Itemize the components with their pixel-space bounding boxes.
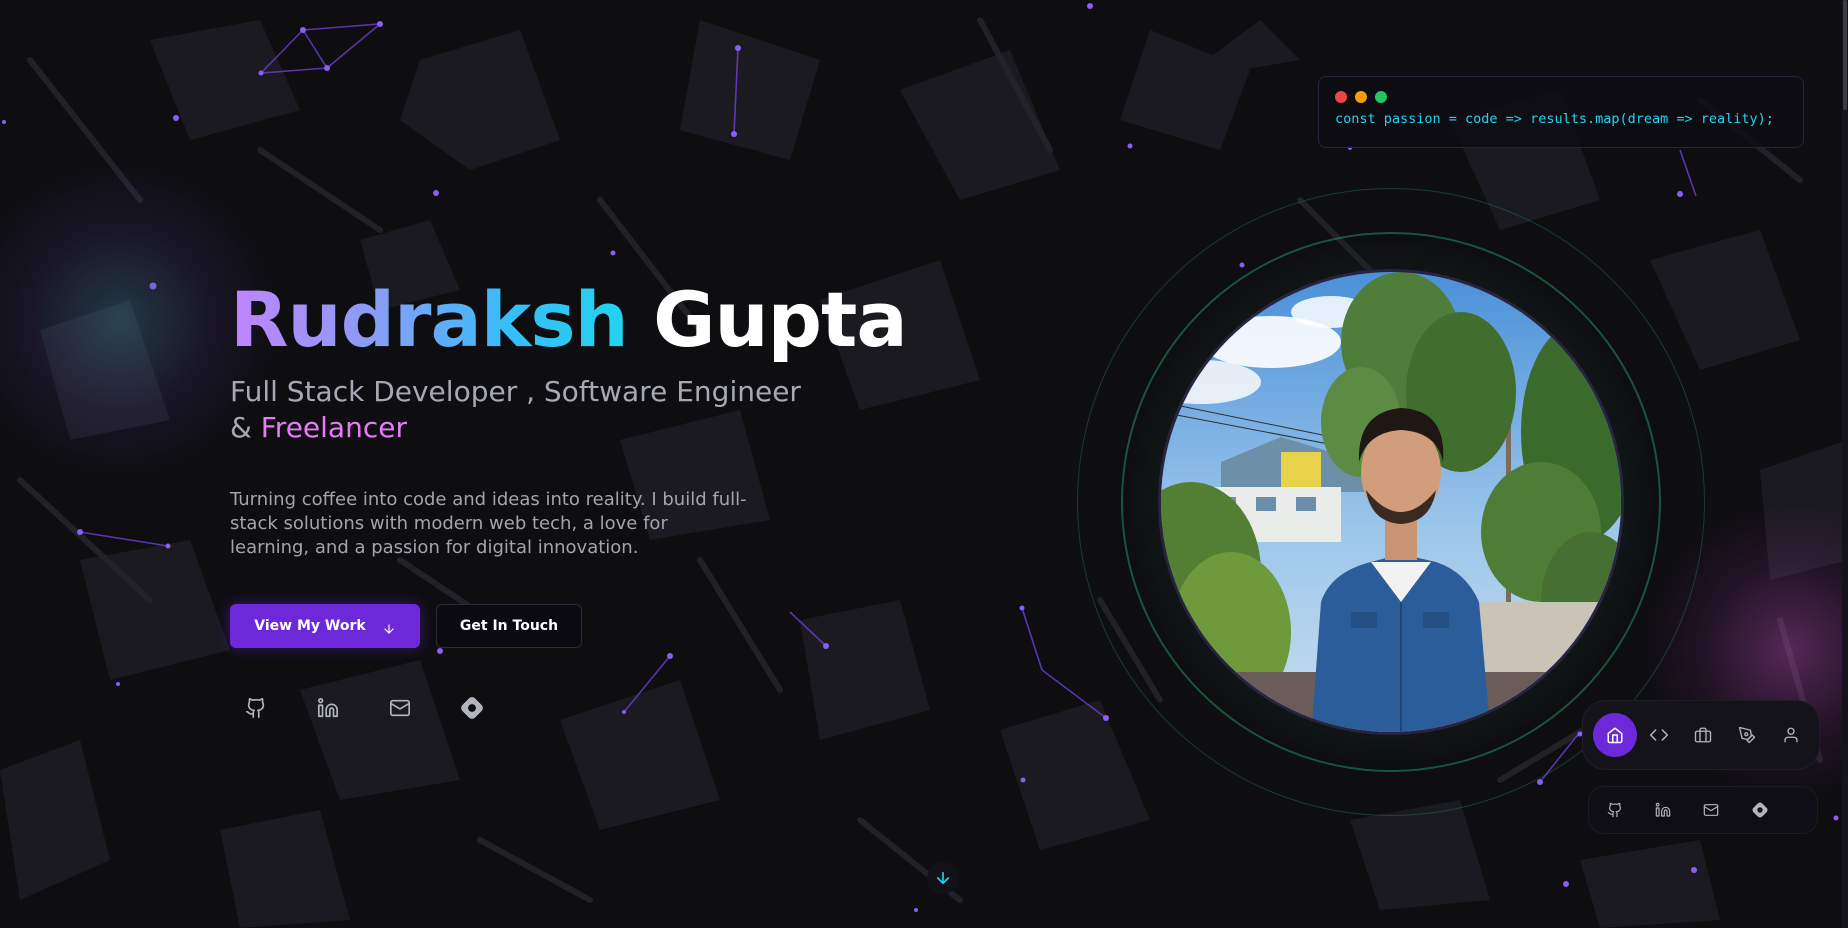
hashnode-link[interactable] xyxy=(456,692,488,724)
nav-blog[interactable] xyxy=(1725,713,1769,757)
code-snippet-card: const passion = code => results.map(drea… xyxy=(1318,76,1804,148)
hero-social-links xyxy=(230,692,950,724)
hero-last-name: Gupta xyxy=(653,275,908,364)
code-snippet: const passion = code => results.map(drea… xyxy=(1335,111,1774,127)
briefcase-icon xyxy=(1694,727,1712,743)
home-icon xyxy=(1607,727,1623,744)
hero-buttons: View My Work Get In Touch xyxy=(230,604,950,648)
get-in-touch-label: Get In Touch xyxy=(459,618,559,634)
hashnode-icon xyxy=(461,697,483,719)
profile-photo xyxy=(1158,269,1624,735)
hero-name: Rudraksh Gupta xyxy=(230,270,950,370)
get-in-touch-button[interactable]: Get In Touch xyxy=(436,604,582,648)
github-icon xyxy=(246,698,265,718)
mail-link[interactable] xyxy=(384,692,416,724)
dock-linkedin-link[interactable] xyxy=(1655,795,1703,825)
window-dots xyxy=(1335,91,1787,103)
scroll-down-button[interactable] xyxy=(927,862,959,894)
mail-icon xyxy=(390,699,410,717)
linkedin-icon xyxy=(318,698,338,718)
hero-description: Turning coffee into code and ideas into … xyxy=(230,489,747,558)
linkedin-icon xyxy=(1655,802,1671,817)
navigation-dock xyxy=(1582,700,1820,770)
code-icon xyxy=(1649,729,1669,741)
arrow-down-icon xyxy=(936,871,950,885)
github-link[interactable] xyxy=(240,692,272,724)
user-icon xyxy=(1784,727,1798,743)
view-my-work-button[interactable]: View My Work xyxy=(230,604,420,648)
pen-icon xyxy=(1738,726,1756,744)
dock-github-link[interactable] xyxy=(1607,795,1655,825)
mail-icon xyxy=(1703,804,1719,816)
github-icon xyxy=(1607,802,1621,818)
arrow-down-icon xyxy=(384,624,394,634)
close-dot xyxy=(1335,91,1347,103)
scrollbar-track[interactable] xyxy=(1842,0,1848,928)
social-dock xyxy=(1588,786,1818,834)
profile-photo-illustration xyxy=(1161,272,1621,732)
dock-mail-link[interactable] xyxy=(1703,795,1751,825)
nav-home[interactable] xyxy=(1593,713,1637,757)
role-line-2: & Freelancer xyxy=(230,410,950,446)
role-line-1: Full Stack Developer , Software Engineer xyxy=(230,375,801,408)
hero-section: Rudraksh Gupta Full Stack Developer , So… xyxy=(230,270,950,724)
role-ampersand: & xyxy=(230,411,261,444)
hashnode-icon xyxy=(1752,802,1768,818)
maximize-dot xyxy=(1375,91,1387,103)
minimize-dot xyxy=(1355,91,1367,103)
scrollbar-thumb[interactable] xyxy=(1843,0,1847,110)
hero-first-name: Rudraksh xyxy=(230,275,629,364)
nav-experience[interactable] xyxy=(1681,713,1725,757)
role-accent: Freelancer xyxy=(260,411,407,444)
hero-role: Full Stack Developer , Software Engineer… xyxy=(230,374,950,446)
nav-about[interactable] xyxy=(1769,713,1813,757)
dock-hashnode-link[interactable] xyxy=(1751,795,1799,825)
linkedin-link[interactable] xyxy=(312,692,344,724)
nav-projects[interactable] xyxy=(1637,713,1681,757)
view-my-work-label: View My Work xyxy=(254,618,366,634)
